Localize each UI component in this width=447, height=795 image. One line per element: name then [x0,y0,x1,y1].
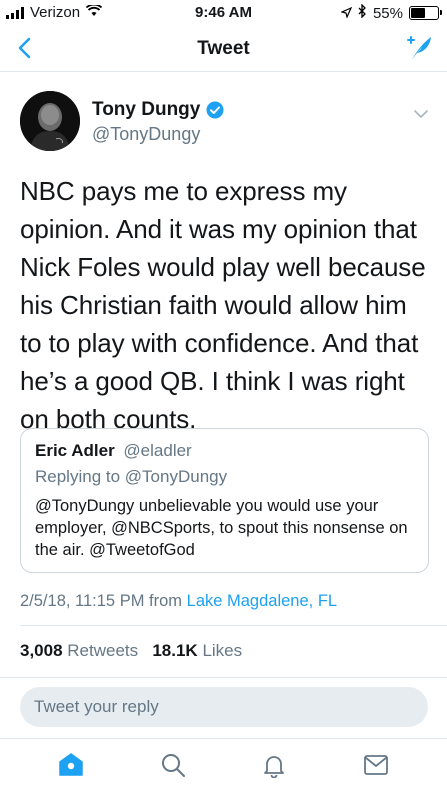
quoted-tweet-text: @TonyDungy unbelievable you would use yo… [35,497,408,559]
search-icon [160,752,186,783]
from-label: from [149,592,183,610]
divider [0,677,447,678]
quoted-replying-to: Replying to @TonyDungy [35,467,414,487]
author-name-text: Tony Dungy [92,99,201,120]
status-right: 55% [340,3,442,22]
avatar[interactable] [20,91,80,151]
tweet-location-link[interactable]: Lake Magdalene, FL [187,592,337,610]
tab-messages[interactable] [356,747,396,787]
likes-link[interactable]: 18.1K Likes [152,641,242,660]
author-name[interactable]: Tony Dungy [92,99,224,121]
location-arrow-icon [340,5,353,22]
messages-icon [363,754,389,781]
retweets-label: Retweets [67,641,139,660]
divider [20,625,447,626]
tab-search[interactable] [153,747,193,787]
tweet-timestamp: 2/5/18, 11:15 PM [20,592,145,610]
notifications-icon [261,752,287,783]
page-title: Tweet [197,38,250,59]
quoted-author-name: Eric Adler [35,441,115,460]
reply-placeholder: Tweet your reply [34,697,159,716]
compose-tweet-icon [404,34,434,67]
chevron-down-icon [413,106,429,123]
nav-bar: Tweet [0,28,447,72]
tab-bar [0,738,447,795]
tab-notifications[interactable] [254,747,294,787]
bluetooth-icon [358,3,367,22]
quoted-tweet-header: Eric Adler @eladler [35,441,414,461]
reply-input[interactable]: Tweet your reply [20,687,428,727]
battery-icon [409,6,442,20]
compose-tweet-button[interactable] [403,34,435,66]
tweet-text: NBC pays me to express my opinion. And i… [20,176,426,434]
quoted-tweet[interactable]: Eric Adler @eladler Replying to @TonyDun… [20,428,429,573]
likes-count: 18.1K [152,641,198,660]
retweets-count: 3,008 [20,641,63,660]
status-bar: Verizon 9:46 AM 55% [0,0,447,28]
likes-label: Likes [202,641,243,660]
replying-prefix: Replying to [35,467,121,486]
home-icon [58,752,84,783]
tab-home[interactable] [51,747,91,787]
replying-handle: @TonyDungy [124,467,228,486]
tweet-stats: 3,008 Retweets 18.1K Likes [20,641,242,661]
verified-badge-icon [206,101,224,119]
tweet-meta: 2/5/18, 11:15 PM from Lake Magdalene, FL [20,592,337,611]
battery-percent: 55% [372,4,403,22]
quoted-author-handle: @eladler [123,441,192,460]
tweet-options-button[interactable] [413,106,429,124]
author-handle[interactable]: @TonyDungy [92,124,200,145]
battery-fill [411,8,426,18]
retweets-link[interactable]: 3,008 Retweets [20,641,143,660]
